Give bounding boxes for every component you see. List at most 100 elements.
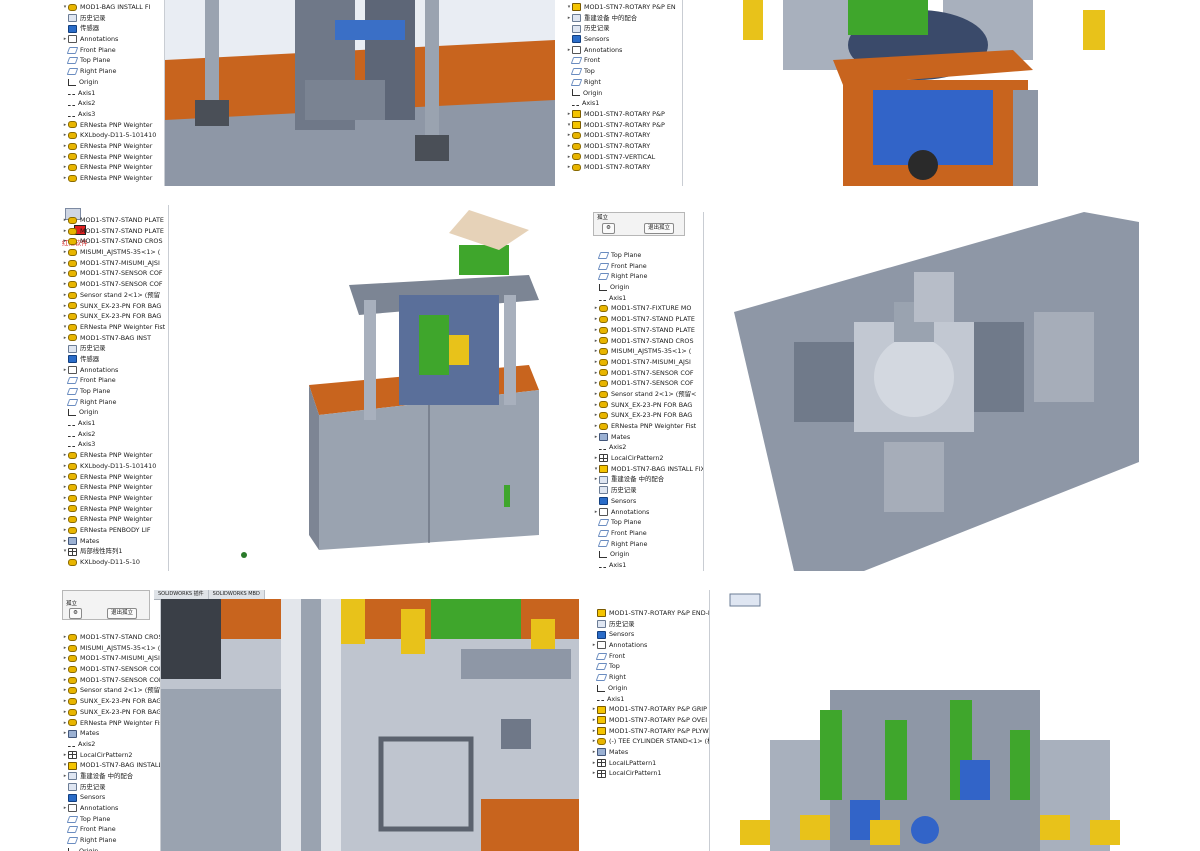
tree-item[interactable]: Top Plane xyxy=(593,517,703,528)
tree-item[interactable]: ▸ SUNX_EX-23-PN FOR BAG xyxy=(62,311,165,322)
isolate-view-button[interactable]: ⚙ xyxy=(602,223,615,234)
tree-item[interactable]: ▸ KXLbody-D11-5-101410 xyxy=(62,461,165,472)
tree-item[interactable]: Right Plane xyxy=(62,835,160,846)
tree-item[interactable]: MOD1-STN7-ROTARY P&P END-EFF xyxy=(591,608,709,619)
tree-item[interactable]: ▸ MOD1-STN7-ROTARY P&P PLYW xyxy=(591,726,709,737)
model-viewport[interactable] xyxy=(169,205,580,571)
tree-item[interactable]: ▸ERNesta PNP Weighter xyxy=(62,450,165,461)
tree-item[interactable]: 历史记录 xyxy=(62,782,160,793)
tree-item[interactable]: ▸ MOD1-STN7-SENSOR COF xyxy=(62,675,160,686)
tree-item[interactable]: ▸ Mates xyxy=(591,747,709,758)
exit-isolate-button[interactable]: 退出孤立 xyxy=(107,608,138,619)
model-viewport[interactable] xyxy=(165,0,555,186)
tree-item[interactable]: ▸ SUNX_EX-23-PN FOR BAG xyxy=(593,410,703,421)
tree-item[interactable]: ▸ Mates xyxy=(62,536,165,547)
tree-item[interactable]: Sensors xyxy=(62,792,160,803)
tree-item[interactable]: ▸ Sensor stand 2<1> (预留 xyxy=(62,290,165,301)
tree-item[interactable]: ▸ LocalCirPattern1 xyxy=(591,768,709,779)
tree-item[interactable]: 传感器 xyxy=(62,23,164,34)
tree-item[interactable]: ▸ MOD1-STN7-VERTICAL xyxy=(566,152,682,163)
exit-isolate-button[interactable]: 退出孤立 xyxy=(644,223,675,234)
tree-item[interactable]: ▾ MOD1-BAG INSTALL FI xyxy=(62,2,164,13)
tree-item[interactable]: ▸ MOD1-STN7-FIXTURE MO xyxy=(593,303,703,314)
tree-item[interactable]: ▸ MOD1-STN7-ROTARY P&P xyxy=(566,109,682,120)
tab-solidworks-addins[interactable]: SOLIDWORKS 插件 xyxy=(154,590,209,599)
tree-item[interactable]: ▾ MOD1-STN7-ROTARY P&P xyxy=(566,120,682,131)
tree-item[interactable]: ▸ Mates xyxy=(62,728,160,739)
tree-item[interactable]: ▸ Annotations xyxy=(566,45,682,56)
tree-item[interactable]: 历史记录 xyxy=(62,13,164,24)
tree-item[interactable]: Top xyxy=(566,66,682,77)
tree-item[interactable]: ▸ERNesta PNP Weighter xyxy=(62,152,164,163)
tree-item[interactable]: ▸ LocalCirPattern2 xyxy=(593,453,703,464)
isolate-view-button[interactable]: ⚙ xyxy=(69,608,82,619)
tree-item[interactable]: Axis2 xyxy=(62,739,160,750)
tree-item[interactable]: Axis1 xyxy=(593,293,703,304)
tree-item[interactable]: Top xyxy=(591,661,709,672)
tree-item[interactable]: Origin xyxy=(62,846,160,851)
tree-item[interactable]: ▸ MOD1-STN7-MISUMI_AJSI xyxy=(593,357,703,368)
tree-item[interactable]: ▸ 重建设备 中的配合 xyxy=(566,13,682,24)
tree-item[interactable]: ▸ MOD1-STN7-ROTARY xyxy=(566,130,682,141)
tree-item[interactable]: 历史记录 xyxy=(591,619,709,630)
tab-solidworks-mbd[interactable]: SOLIDWORKS MBD xyxy=(209,590,265,599)
tree-item[interactable]: Right Plane xyxy=(593,271,703,282)
tree-item[interactable]: Right Plane xyxy=(62,66,164,77)
tree-item[interactable]: ▸ (-) TEE CYLINDER STAND<1> (标 xyxy=(591,736,709,747)
tree-item[interactable]: ▸ 重建设备 中的配合 xyxy=(593,474,703,485)
tree-item[interactable]: ▸ Mates xyxy=(593,432,703,443)
tree-item[interactable]: Top Plane xyxy=(62,55,164,66)
tree-item[interactable]: ▸ Annotations xyxy=(62,365,165,376)
tree-item[interactable]: Axis1 xyxy=(62,88,164,99)
tree-item[interactable]: ▸ MOD1-STN7-BAG INST xyxy=(62,333,165,344)
tree-item[interactable]: ▸ERNesta PNP Weighter xyxy=(62,173,164,184)
tree-item[interactable]: ▾ ERNesta PNP Weighter Fist xyxy=(62,322,165,333)
tree-item[interactable]: Sensors xyxy=(591,629,709,640)
tree-item[interactable]: Top Plane xyxy=(593,250,703,261)
tree-item[interactable]: ▸ ERNesta PNP Weighter Fist xyxy=(62,718,160,729)
tree-item[interactable]: ▸ 重建设备 中的配合 xyxy=(62,771,160,782)
tree-item[interactable]: ▸ MISUMI_AJSTM5-35<1> ( xyxy=(62,247,165,258)
tree-item[interactable]: Axis2 xyxy=(593,442,703,453)
tree-item[interactable]: ▸ MOD1-STN7-MISUMI_AJSI xyxy=(62,258,165,269)
tree-item[interactable]: ▸ MOD1-STN7-STAND PLATE xyxy=(593,325,703,336)
tree-item[interactable]: Right Plane xyxy=(593,539,703,550)
tree-item[interactable]: ▸ERNesta PNP Weighter xyxy=(62,514,165,525)
tree-item[interactable]: Origin xyxy=(591,683,709,694)
tree-item[interactable]: ▸ERNesta PNP Weighter xyxy=(62,120,164,131)
tree-item[interactable]: Front Plane xyxy=(593,528,703,539)
tree-item[interactable]: Origin xyxy=(566,88,682,99)
tree-item[interactable]: Sensors xyxy=(593,496,703,507)
tree-item[interactable]: Axis1 xyxy=(566,98,682,109)
tree-item[interactable]: Axis3 xyxy=(62,439,165,450)
tree-item[interactable]: ▸ MOD1-STN7-SENSOR COF xyxy=(593,378,703,389)
tree-item[interactable]: Axis3 xyxy=(62,109,164,120)
tree-item[interactable]: ▸ MOD1-STN7-STAND PLATE xyxy=(62,226,165,237)
tree-item[interactable]: 历史记录 xyxy=(566,23,682,34)
tree-item[interactable]: Axis1 xyxy=(591,694,709,705)
tree-item[interactable]: ▸ MOD1-STN7-SENSOR COF xyxy=(62,664,160,675)
tree-item[interactable]: ▸ MOD1-STN7-STAND CROS xyxy=(62,632,160,643)
tree-item[interactable]: ▸ MOD1-STN7-SENSOR COF xyxy=(62,268,165,279)
tree-item[interactable]: ▸ERNesta PNP Weighter xyxy=(62,472,165,483)
tree-item[interactable]: ▸ERNesta PNP Weighter xyxy=(62,162,164,173)
tree-item[interactable]: Front Plane xyxy=(62,45,164,56)
tree-item[interactable]: ▸ MOD1-STN7-SENSOR COF xyxy=(593,368,703,379)
tree-item[interactable]: Axis2 xyxy=(62,429,165,440)
model-viewport[interactable] xyxy=(704,212,1139,571)
tree-item[interactable]: ▸ERNesta PNP Weighter xyxy=(62,493,165,504)
tree-item[interactable]: ▸ Annotations xyxy=(62,803,160,814)
tree-item[interactable]: ▾ 局部线性阵列1 xyxy=(62,546,165,557)
tree-item[interactable]: Right Plane xyxy=(62,397,165,408)
tree-item[interactable]: Front Plane xyxy=(62,824,160,835)
tree-item[interactable]: ▸ MOD1-STN7-ROTARY xyxy=(566,162,682,173)
tree-item[interactable]: ▸ SUNX_EX-23-PN FOR BAG xyxy=(62,696,160,707)
tree-item[interactable]: ▾MOD1-STN7-BAG INSTALL FIX xyxy=(593,464,703,475)
tree-item[interactable]: ▸ MOD1-STN7-STAND PLATE xyxy=(62,215,165,226)
model-viewport[interactable] xyxy=(161,599,579,851)
tree-item[interactable]: ▸ MOD1-STN7-ROTARY xyxy=(566,141,682,152)
tree-item[interactable]: ▸ MOD1-STN7-STAND CROS xyxy=(62,236,165,247)
tree-item[interactable]: 历史记录 xyxy=(593,485,703,496)
tree-item[interactable]: Top Plane xyxy=(62,814,160,825)
tree-item[interactable]: ▸ MOD1-STN7-SENSOR COF xyxy=(62,279,165,290)
